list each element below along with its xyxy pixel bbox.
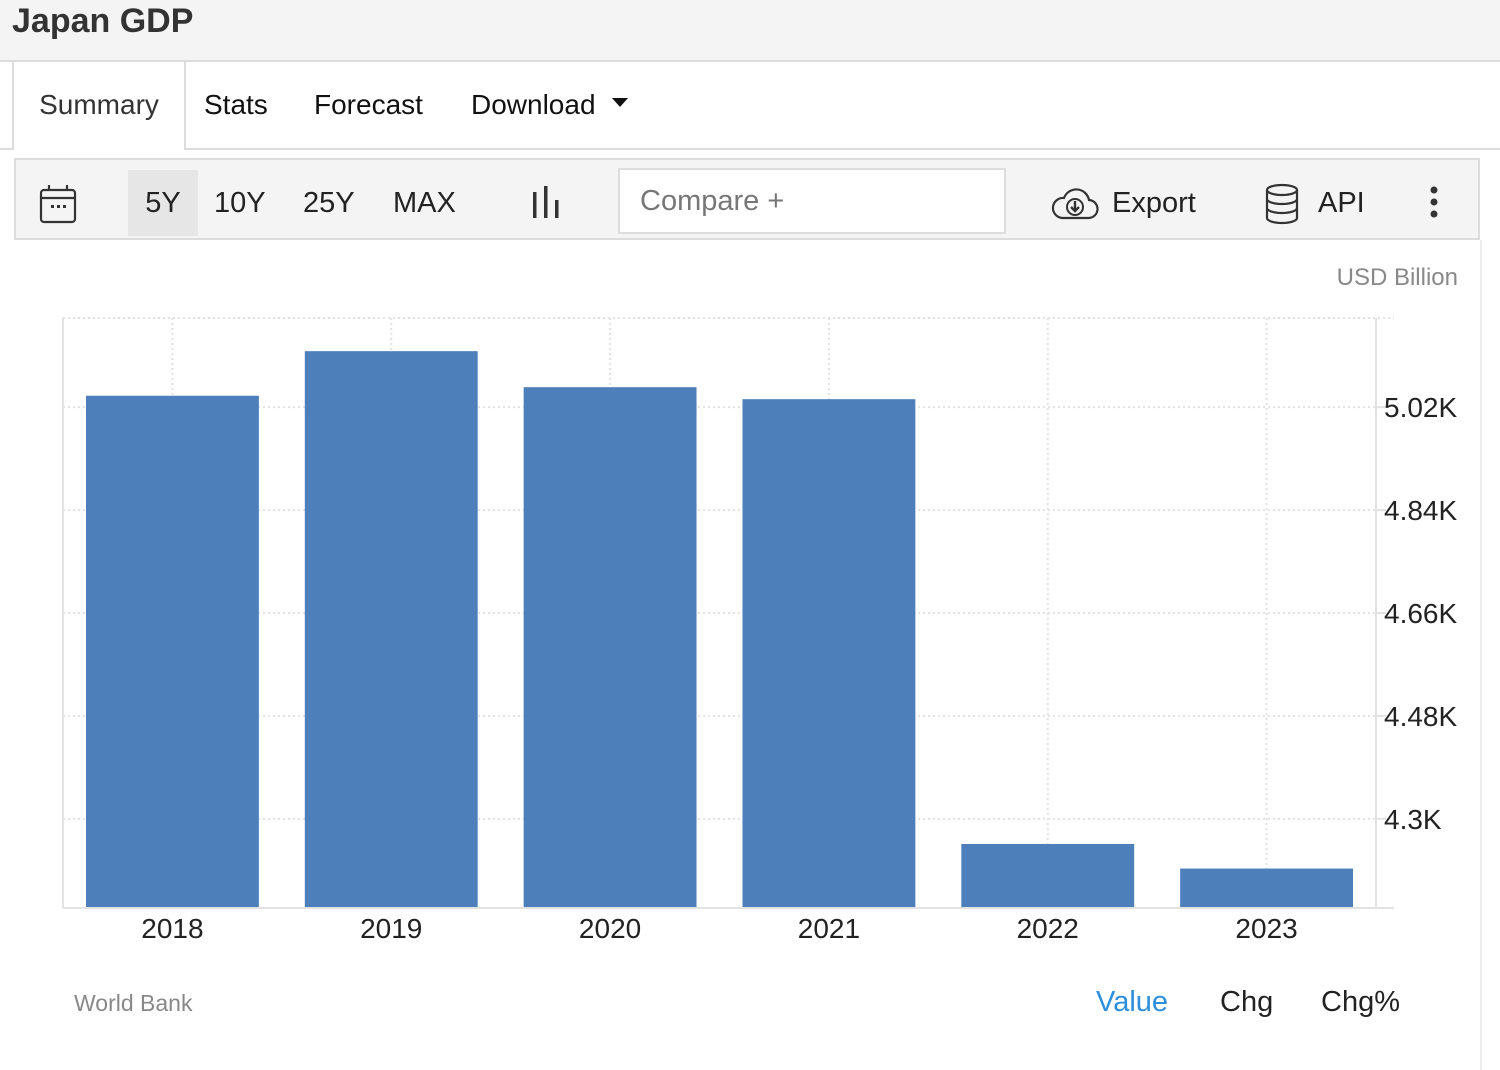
tab-download-label: Download [471, 89, 596, 120]
x-tick-label: 2021 [798, 913, 860, 944]
range-25y-button[interactable]: 25Y [303, 170, 355, 236]
chart-type-button[interactable] [530, 170, 564, 236]
y-tick-label: 5.02K [1384, 392, 1457, 423]
tab-bar: Summary Stats Forecast Download [0, 62, 1500, 150]
y-tick-label: 4.3K [1384, 804, 1442, 835]
x-tick-label: 2020 [579, 913, 641, 944]
tab-forecast[interactable]: Forecast [314, 62, 423, 148]
y-tick-label: 4.66K [1384, 598, 1457, 629]
page-title: Japan GDP [12, 2, 194, 40]
bar-2021 [742, 399, 916, 908]
range-10y-button[interactable]: 10Y [214, 170, 266, 236]
mode-chg-button[interactable]: Chg [1220, 986, 1273, 1019]
x-tick-label: 2019 [360, 913, 422, 944]
vertical-ellipsis-icon [1430, 186, 1438, 218]
bar-2018 [85, 395, 259, 908]
y-tick-label: 4.84K [1384, 495, 1457, 526]
bar-2020 [523, 387, 697, 908]
export-button[interactable]: Export [1050, 170, 1196, 236]
x-tick-label: 2022 [1017, 913, 1079, 944]
chart-toolbar: 5Y 10Y 25Y MAX Export API [14, 158, 1480, 240]
bar-2019 [304, 351, 478, 908]
calendar-icon [39, 185, 77, 224]
range-max-button[interactable]: MAX [393, 170, 456, 236]
compare-input[interactable] [618, 168, 1006, 234]
source-label: World Bank [74, 990, 193, 1016]
y-tick-label: 4.48K [1384, 701, 1457, 732]
mode-value-button[interactable]: Value [1096, 986, 1168, 1019]
x-tick-label: 2023 [1235, 913, 1297, 944]
bar-2022 [961, 843, 1135, 908]
x-tick-label: 2018 [141, 913, 203, 944]
caret-down-icon [611, 98, 628, 108]
range-5y-button[interactable]: 5Y [128, 170, 198, 236]
database-icon [1265, 184, 1299, 225]
mode-chg-pct-button[interactable]: Chg% [1321, 986, 1400, 1019]
title-bar: Japan GDP [0, 0, 1500, 62]
more-options-button[interactable] [1428, 170, 1448, 236]
tab-summary[interactable]: Summary [12, 62, 186, 150]
tab-stats[interactable]: Stats [204, 62, 268, 148]
api-button[interactable]: API [1264, 170, 1365, 236]
chart-area: USD Billion 4.3K 4.48K 4.66K 4.84K 5.02K 2018… [14, 240, 1482, 1070]
bar-chart: 4.3K 4.48K 4.66K 4.84K 5.02K 2018 2019 2020 2021… [62, 317, 1457, 944]
calendar-button[interactable] [38, 170, 82, 236]
api-label: API [1318, 187, 1365, 219]
export-label: Export [1112, 187, 1196, 219]
cloud-download-icon [1051, 188, 1099, 220]
tab-download[interactable]: Download [471, 62, 628, 148]
bar-2023 [1180, 868, 1354, 908]
bar-chart-icon [533, 186, 559, 218]
